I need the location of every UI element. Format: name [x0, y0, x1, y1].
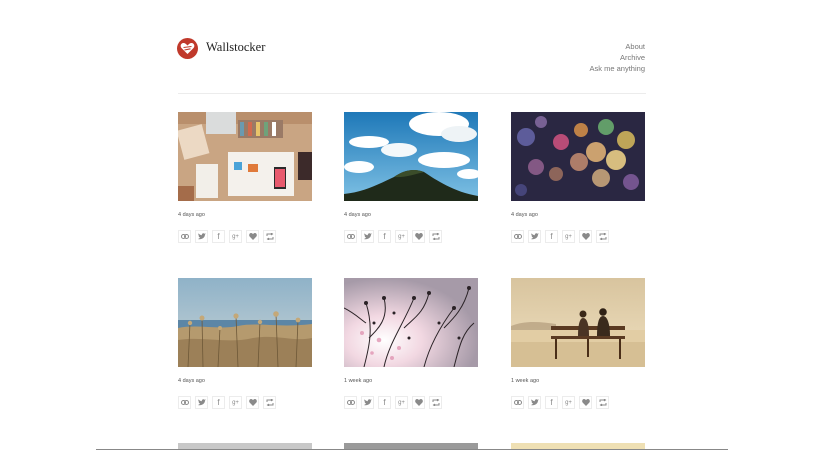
like-heart-icon[interactable]	[246, 396, 259, 409]
post-photo[interactable]	[511, 278, 645, 367]
header-divider	[178, 93, 646, 94]
post-timestamp[interactable]: 4 days ago	[178, 212, 205, 218]
share-bar: f g+	[178, 230, 280, 243]
google-plus-icon[interactable]: g+	[229, 396, 242, 409]
post-card: 1 week ago f g+	[511, 278, 645, 409]
like-heart-icon[interactable]	[246, 230, 259, 243]
post-photo[interactable]	[511, 112, 645, 201]
post-timestamp[interactable]: 4 days ago	[511, 212, 538, 218]
reblog-icon[interactable]	[596, 230, 609, 243]
twitter-icon[interactable]	[528, 230, 541, 243]
post-card: 4 days ago f g+	[344, 112, 478, 243]
reblog-icon[interactable]	[263, 230, 276, 243]
share-bar: f g+	[511, 396, 613, 409]
twitter-icon[interactable]	[528, 396, 541, 409]
facebook-icon[interactable]: f	[545, 230, 558, 243]
site-title[interactable]: Wallstocker	[206, 40, 265, 55]
post-card: 4 days ago f g+	[178, 112, 312, 243]
link-icon[interactable]	[511, 230, 524, 243]
post-timestamp[interactable]: 1 week ago	[344, 378, 372, 384]
google-plus-icon[interactable]: g+	[562, 230, 575, 243]
share-bar: f g+	[344, 396, 446, 409]
google-plus-icon[interactable]: g+	[229, 230, 242, 243]
twitter-icon[interactable]	[195, 230, 208, 243]
twitter-icon[interactable]	[195, 396, 208, 409]
post-photo[interactable]	[178, 278, 312, 367]
heart-icon	[180, 42, 195, 54]
link-icon[interactable]	[344, 396, 357, 409]
facebook-icon[interactable]: f	[545, 396, 558, 409]
google-plus-icon[interactable]: g+	[395, 230, 408, 243]
link-icon[interactable]	[511, 396, 524, 409]
like-heart-icon[interactable]	[412, 396, 425, 409]
post-card: 1 week ago f g+	[344, 278, 478, 409]
post-timestamp[interactable]: 4 days ago	[344, 212, 371, 218]
like-heart-icon[interactable]	[579, 230, 592, 243]
post-photo[interactable]	[344, 278, 478, 367]
share-bar: f g+	[344, 230, 446, 243]
nav-about-link[interactable]: About	[590, 41, 645, 52]
reblog-icon[interactable]	[596, 396, 609, 409]
nav-archive-link[interactable]: Archive	[590, 52, 645, 63]
google-plus-icon[interactable]: g+	[562, 396, 575, 409]
reblog-icon[interactable]	[263, 396, 276, 409]
post-card: 4 days ago f g+	[178, 278, 312, 409]
facebook-icon[interactable]: f	[378, 230, 391, 243]
nav-ask-link[interactable]: Ask me anything	[590, 63, 645, 74]
facebook-icon[interactable]: f	[212, 396, 225, 409]
site-logo[interactable]	[177, 38, 198, 59]
like-heart-icon[interactable]	[412, 230, 425, 243]
google-plus-icon[interactable]: g+	[395, 396, 408, 409]
facebook-icon[interactable]: f	[212, 230, 225, 243]
link-icon[interactable]	[178, 230, 191, 243]
post-photo[interactable]	[178, 112, 312, 201]
post-timestamp[interactable]: 4 days ago	[178, 378, 205, 384]
link-icon[interactable]	[178, 396, 191, 409]
like-heart-icon[interactable]	[579, 396, 592, 409]
post-photo[interactable]	[344, 112, 478, 201]
reblog-icon[interactable]	[429, 230, 442, 243]
share-bar: f g+	[511, 230, 613, 243]
link-icon[interactable]	[344, 230, 357, 243]
post-timestamp[interactable]: 1 week ago	[511, 378, 539, 384]
twitter-icon[interactable]	[361, 396, 374, 409]
facebook-icon[interactable]: f	[378, 396, 391, 409]
post-card: 4 days ago f g+	[511, 112, 645, 243]
top-nav: About Archive Ask me anything	[590, 41, 645, 74]
share-bar: f g+	[178, 396, 280, 409]
twitter-icon[interactable]	[361, 230, 374, 243]
reblog-icon[interactable]	[429, 396, 442, 409]
